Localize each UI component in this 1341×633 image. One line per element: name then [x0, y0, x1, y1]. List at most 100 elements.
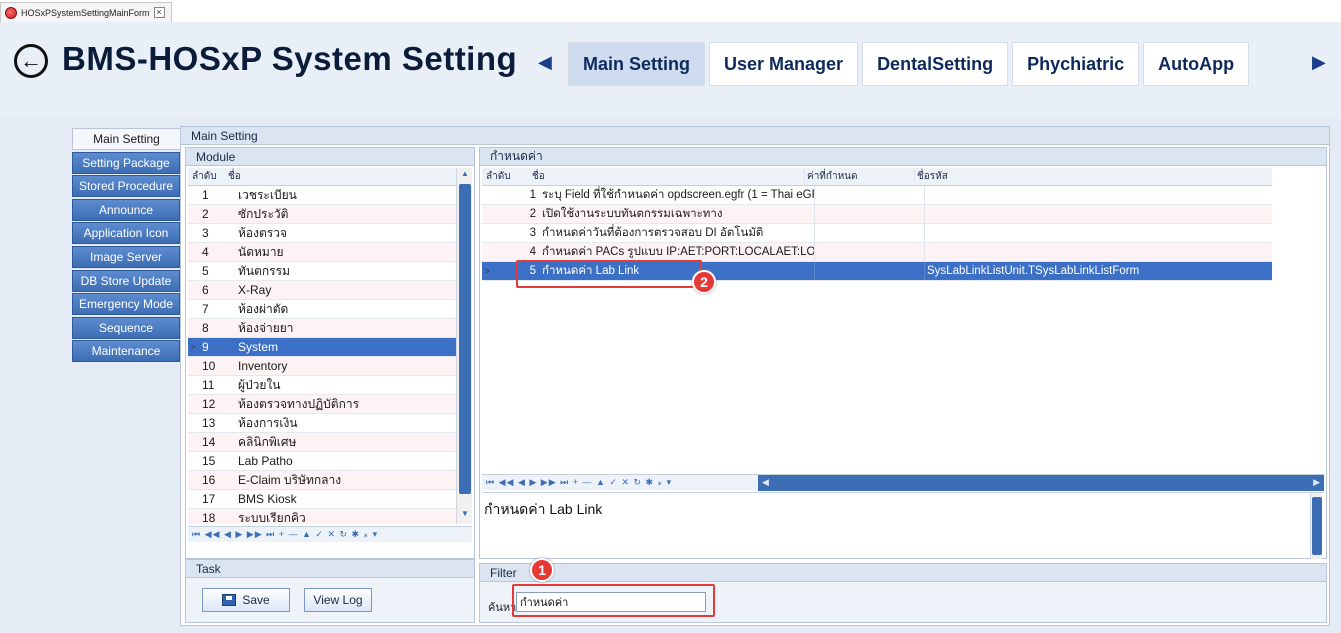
- memo-scrollbar[interactable]: [1310, 493, 1322, 559]
- step-badge-1: 1: [530, 558, 554, 582]
- view-log-button-label: View Log: [313, 593, 363, 607]
- cell-no: 4: [202, 245, 209, 259]
- side-tab-sequence[interactable]: Sequence: [72, 316, 180, 339]
- table-row[interactable]: 12 ห้องตรวจทางปฏิบัติการ: [188, 395, 456, 414]
- table-row[interactable]: 1 ระบุ Field ที่ใช้กำหนดค่า opdscreen.egf…: [482, 186, 1272, 205]
- table-row[interactable]: 2 ซักประวัติ: [188, 205, 456, 224]
- cell-no: 6: [202, 283, 209, 297]
- page-title: BMS-HOSxP System Setting: [62, 40, 518, 77]
- table-row[interactable]: 4 นัดหมาย: [188, 243, 456, 262]
- main-area: Main Setting Setting Package Stored Proc…: [0, 118, 1341, 633]
- scrollbar-thumb[interactable]: [459, 184, 471, 494]
- column-header-name[interactable]: ชื่อ: [224, 169, 456, 184]
- side-tab-emergency-mode[interactable]: Emergency Mode: [72, 293, 180, 316]
- view-log-button[interactable]: View Log: [304, 588, 372, 612]
- column-header-no[interactable]: ลำดับ: [188, 169, 224, 184]
- filter-panel-title: Filter: [480, 564, 1326, 582]
- table-row[interactable]: 14 คลินิกพิเศษ: [188, 433, 456, 452]
- cell-value: [814, 205, 924, 223]
- table-row[interactable]: 16 E-Claim บริษัทกลาง: [188, 471, 456, 490]
- cell-name: ระบบเรียกคิว: [238, 510, 306, 525]
- side-tab-announce[interactable]: Announce: [72, 198, 180, 221]
- table-row[interactable]: 3 กำหนดค่าวันที่ต้องการตรวจสอบ DI อัตโนมั…: [482, 224, 1272, 243]
- cell-name: คลินิกพิเศษ: [238, 434, 297, 449]
- tab-user-manager[interactable]: User Manager: [709, 42, 859, 86]
- cell-name: กำหนดค่าวันที่ต้องการตรวจสอบ DI อัตโนมัต…: [542, 227, 764, 239]
- tab-scroll-right-icon[interactable]: ▶: [1312, 52, 1326, 73]
- table-row[interactable]: 8 ห้องจ่ายยา: [188, 319, 456, 338]
- tab-autoapp[interactable]: AutoApp: [1143, 42, 1250, 86]
- tab-dental-setting[interactable]: DentalSetting: [862, 42, 1009, 86]
- row-indicator: >: [190, 342, 196, 352]
- table-row[interactable]: 10 Inventory: [188, 357, 456, 376]
- cell-name: BMS Kiosk: [238, 492, 297, 506]
- table-row[interactable]: 1 เวชระเบียน: [188, 186, 456, 205]
- cell-no: 1: [202, 188, 209, 202]
- side-tab-maintenance[interactable]: Maintenance: [72, 340, 180, 363]
- table-row[interactable]: 17 BMS Kiosk: [188, 490, 456, 509]
- table-row[interactable]: 11 ผู้ป่วยใน: [188, 376, 456, 395]
- column-header-no[interactable]: ลำดับ: [482, 169, 530, 184]
- config-description-memo[interactable]: กำหนดค่า Lab Link: [482, 492, 1324, 559]
- config-panel: กำหนดค่า ลำดับ ชื่อ ค่าที่กำหนด ชื่อรหัส…: [479, 147, 1327, 559]
- cell-no: 9: [202, 340, 209, 354]
- tab-main-setting[interactable]: Main Setting: [568, 42, 705, 86]
- column-header-value[interactable]: ค่าที่กำหนด: [804, 168, 914, 185]
- side-tab-image-server[interactable]: Image Server: [72, 245, 180, 268]
- cell-no: 12: [202, 397, 216, 411]
- side-tab-stored-procedure[interactable]: Stored Procedure: [72, 175, 180, 198]
- cell-name: ระบุ Field ที่ใช้กำหนดค่า opdscreen.egfr…: [542, 189, 814, 201]
- form-tab[interactable]: HOSxPSystemSettingMainForm ×: [0, 2, 172, 22]
- cell-no: 10: [202, 359, 216, 373]
- cell-no: 11: [202, 378, 215, 392]
- cell-no: 15: [202, 454, 216, 468]
- main-setting-panel-title: Main Setting: [181, 127, 1329, 145]
- save-button-label: Save: [242, 593, 270, 607]
- side-tab-db-store-update[interactable]: DB Store Update: [72, 269, 180, 292]
- column-header-name[interactable]: ชื่อ: [530, 169, 804, 184]
- table-row[interactable]: >9 System: [188, 338, 456, 357]
- module-navigator[interactable]: ⏮ ◀◀ ◀ ▶ ▶▶ ⏭ + — ▲ ✓ ✕ ↻ ✱ ⁎ ▾: [188, 526, 472, 542]
- table-row[interactable]: 15 Lab Patho: [188, 452, 456, 471]
- cell-name: ห้องตรวจทางปฏิบัติการ: [238, 396, 360, 411]
- close-icon[interactable]: ×: [153, 7, 165, 18]
- table-row[interactable]: 18 ระบบเรียกคิว: [188, 509, 456, 524]
- config-hscrollbar[interactable]: ◀ ▶: [758, 475, 1324, 491]
- module-grid-header: ลำดับ ชื่อ: [188, 168, 456, 186]
- table-row[interactable]: 5 ทันตกรรม: [188, 262, 456, 281]
- module-grid-body: 1 เวชระเบียน 2 ซักประวัติ 3 ห้องตรวจ 4 นัดหมาย 5…: [188, 186, 456, 524]
- scroll-up-icon[interactable]: ▲: [457, 169, 473, 183]
- config-grid: ลำดับ ชื่อ ค่าที่กำหนด ชื่อรหัส 1 ระบุ Fi…: [482, 168, 1272, 468]
- side-tab-application-icon[interactable]: Application Icon: [72, 222, 180, 245]
- side-tab-list: Main Setting Setting Package Stored Proc…: [72, 128, 180, 364]
- cell-name: ซักประวัติ: [238, 206, 289, 221]
- scrollbar-thumb[interactable]: [1312, 497, 1322, 555]
- cell-no: 3: [202, 226, 209, 240]
- scroll-down-icon[interactable]: ▼: [457, 509, 473, 523]
- cell-name: เปิดใช้งานระบบทันตกรรมเฉพาะทาง: [542, 208, 723, 220]
- table-row[interactable]: 13 ห้องการเงิน: [188, 414, 456, 433]
- config-navigator[interactable]: ⏮ ◀◀ ◀ ▶ ▶▶ ⏭ + — ▲ ✓ ✕ ↻ ✱ ⁎ ▾: [482, 475, 758, 490]
- cell-name: เวชระเบียน: [238, 187, 297, 202]
- cell-no: 14: [202, 435, 216, 449]
- scroll-left-icon[interactable]: ◀: [762, 477, 769, 488]
- tab-scroll-left-icon[interactable]: ◀: [538, 52, 552, 73]
- module-scrollbar[interactable]: ▲ ▼: [456, 168, 472, 524]
- app-logo-icon: [5, 6, 17, 19]
- side-tab-setting-package[interactable]: Setting Package: [72, 151, 180, 174]
- column-header-code[interactable]: ชื่อรหัส: [914, 168, 1272, 185]
- table-row[interactable]: 7 ห้องผ่าตัด: [188, 300, 456, 319]
- back-button[interactable]: ←: [14, 44, 48, 78]
- cell-no: 7: [202, 302, 209, 316]
- tab-phychiatric[interactable]: Phychiatric: [1012, 42, 1140, 86]
- side-tab-main-setting[interactable]: Main Setting: [72, 128, 180, 150]
- scroll-right-icon[interactable]: ▶: [1313, 477, 1320, 488]
- save-button[interactable]: Save: [202, 588, 290, 612]
- cell-code: [924, 243, 1272, 261]
- table-row[interactable]: 6 X-Ray: [188, 281, 456, 300]
- cell-no: 5: [202, 264, 209, 278]
- cell-code: SysLabLinkListUnit.TSysLabLinkListForm: [924, 262, 1272, 280]
- table-row[interactable]: 2 เปิดใช้งานระบบทันตกรรมเฉพาะทาง: [482, 205, 1272, 224]
- cell-no: 17: [202, 492, 216, 506]
- table-row[interactable]: 3 ห้องตรวจ: [188, 224, 456, 243]
